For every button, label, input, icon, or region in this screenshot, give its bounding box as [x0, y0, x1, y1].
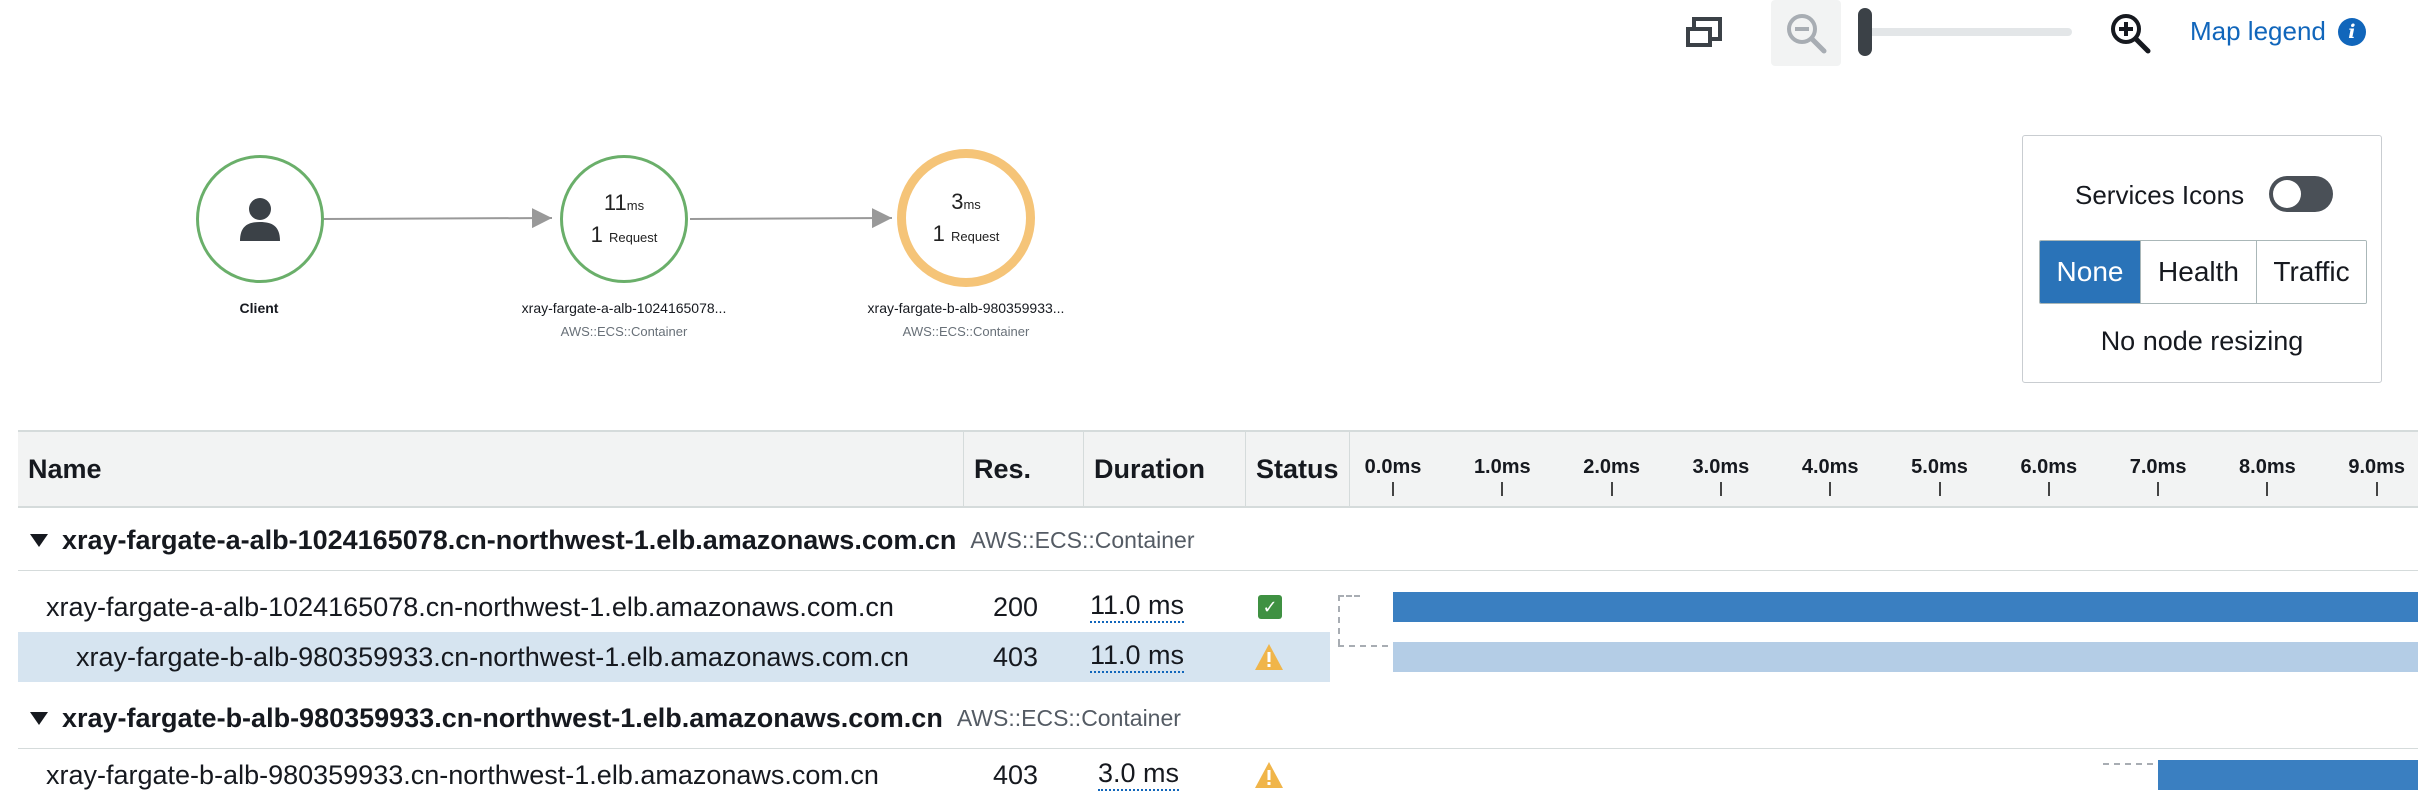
- node-a-requests: 1 Request: [590, 222, 658, 247]
- timeline-tick-mark: [1610, 482, 1613, 496]
- timeline-connector: [1338, 595, 1340, 645]
- map-node-service-b-type: AWS::ECS::Container: [902, 324, 1030, 339]
- column-header-status[interactable]: Status: [1246, 432, 1350, 506]
- map-node-service-b[interactable]: 3ms 1 Request: [897, 149, 1035, 287]
- mode-traffic-button[interactable]: Traffic: [2256, 241, 2366, 303]
- timeline-bar[interactable]: [1393, 592, 2418, 622]
- node-a-duration: 11ms: [603, 189, 645, 215]
- group-name: xray-fargate-a-alb-1024165078.cn-northwe…: [62, 524, 957, 555]
- collapse-caret-icon[interactable]: [30, 711, 48, 725]
- timeline-tick-label: 3.0ms: [1692, 456, 1750, 478]
- map-node-service-a-type: AWS::ECS::Container: [560, 324, 688, 339]
- timeline-connector: [2103, 763, 2153, 765]
- zoom-out-icon: [1787, 14, 1827, 54]
- timeline-tick-mark: [1392, 482, 1394, 496]
- timeline-connector: [1338, 645, 1388, 647]
- column-header-name[interactable]: Name: [18, 432, 964, 506]
- collapse-caret-icon[interactable]: [30, 533, 48, 547]
- map-node-client[interactable]: [196, 155, 324, 283]
- mode-none-button[interactable]: None: [2040, 241, 2140, 303]
- group-header-service-b[interactable]: xray-fargate-b-alb-980359933.cn-northwes…: [18, 688, 2418, 749]
- row-duration-link[interactable]: 11.0 ms: [1090, 640, 1185, 673]
- fit-view-icon: [1686, 17, 1722, 47]
- timeline-bar[interactable]: [2158, 760, 2418, 790]
- zoom-in-button[interactable]: [2098, 6, 2162, 60]
- timeline-tick-label: 5.0ms: [1911, 456, 1968, 478]
- node-b-duration: 3ms: [951, 188, 981, 214]
- timeline-connector: [1338, 595, 1360, 597]
- timeline-bar[interactable]: [1393, 642, 2418, 672]
- column-header-duration[interactable]: Duration: [1084, 432, 1246, 506]
- map-display-options-panel: Services Icons None Health Traffic No no…: [2022, 135, 2382, 383]
- group-name: xray-fargate-b-alb-980359933.cn-northwes…: [62, 702, 943, 733]
- zoom-slider-track[interactable]: [1862, 28, 2072, 36]
- group-header-service-a[interactable]: xray-fargate-a-alb-1024165078.cn-northwe…: [18, 510, 2418, 571]
- services-icons-label: Services Icons: [2075, 180, 2245, 210]
- timeline-tick-label: 9.0ms: [2348, 456, 2406, 478]
- node-b-requests: 1 Request: [932, 221, 1000, 246]
- row-name: xray-fargate-a-alb-1024165078.cn-northwe…: [46, 591, 894, 622]
- node-resizing-status: No node resizing: [2100, 326, 2304, 356]
- timeline-tick-mark: [2047, 482, 2050, 496]
- row-duration-link[interactable]: 11.0 ms: [1090, 590, 1185, 623]
- timeline-tick-label: 7.0ms: [2129, 456, 2187, 478]
- group-type: AWS::ECS::Container: [956, 704, 1181, 731]
- map-node-service-a-label: xray-fargate-a-alb-1024165078...: [521, 300, 727, 316]
- edge-svc-a-to-svc-b: [689, 208, 893, 229]
- column-header-res[interactable]: Res.: [964, 432, 1084, 506]
- timeline-tick-mark: [1719, 482, 1722, 496]
- timeline-tick-label: 1.0ms: [1473, 456, 1531, 478]
- map-node-client-label: Client: [239, 300, 279, 316]
- row-duration-link[interactable]: 3.0 ms: [1098, 758, 1180, 791]
- timeline-tick-mark: [1829, 482, 1832, 496]
- table-row[interactable]: xray-fargate-a-alb-1024165078.cn-northwe…: [18, 582, 1330, 632]
- status-ok-icon: ✓: [1258, 595, 1282, 619]
- table-row[interactable]: xray-fargate-b-alb-980359933.cn-northwes…: [18, 750, 1330, 800]
- timeline-tick-label: 0.0ms: [1364, 456, 1422, 478]
- map-legend-label: Map legend: [2190, 16, 2326, 46]
- row-name: xray-fargate-b-alb-980359933.cn-northwes…: [46, 759, 879, 790]
- timeline-tick-label: 6.0ms: [2020, 456, 2078, 478]
- timeline-tick-label: 8.0ms: [2239, 456, 2296, 478]
- group-type: AWS::ECS::Container: [970, 526, 1195, 553]
- timeline-tick-mark: [1938, 482, 1941, 496]
- user-icon: [240, 198, 280, 241]
- table-header: Name Res. Duration Status 0.0ms 1.0ms 2.0m…: [18, 430, 2418, 508]
- status-warning-icon: [1255, 644, 1283, 670]
- timeline-tick-mark: [2375, 482, 2378, 496]
- row-name: xray-fargate-b-alb-980359933.cn-northwes…: [76, 641, 909, 672]
- zoom-in-icon: [2111, 14, 2151, 54]
- zoom-slider-handle[interactable]: [1858, 8, 1872, 56]
- edge-client-to-svc-a: [321, 208, 553, 229]
- node-sizing-segmented-control: None Health Traffic: [2039, 240, 2367, 304]
- timeline-tick-mark: [2157, 482, 2160, 496]
- row-response-code: 403: [993, 641, 1039, 672]
- row-response-code: 403: [993, 759, 1039, 790]
- zoom-out-button[interactable]: [1771, 0, 1841, 66]
- timeline-tick-label: 4.0ms: [1801, 456, 1859, 478]
- map-node-service-b-label: xray-fargate-b-alb-980359933...: [867, 300, 1065, 316]
- status-warning-icon: [1255, 762, 1283, 788]
- mode-health-button[interactable]: Health: [2140, 241, 2256, 303]
- fit-view-button[interactable]: [1676, 6, 1730, 60]
- services-icons-toggle[interactable]: [2269, 176, 2333, 212]
- table-row-selected[interactable]: xray-fargate-b-alb-980359933.cn-northwes…: [18, 632, 1330, 682]
- row-response-code: 200: [993, 591, 1039, 622]
- map-node-service-a[interactable]: 11ms 1 Request: [560, 155, 688, 283]
- map-legend-link[interactable]: Map legend i: [2190, 16, 2366, 47]
- timeline-tick-label: 2.0ms: [1583, 456, 1640, 478]
- info-icon: i: [2337, 17, 2366, 46]
- timeline-tick-mark: [2266, 482, 2269, 496]
- toggle-knob: [2273, 180, 2301, 208]
- timeline-tick-mark: [1501, 482, 1504, 496]
